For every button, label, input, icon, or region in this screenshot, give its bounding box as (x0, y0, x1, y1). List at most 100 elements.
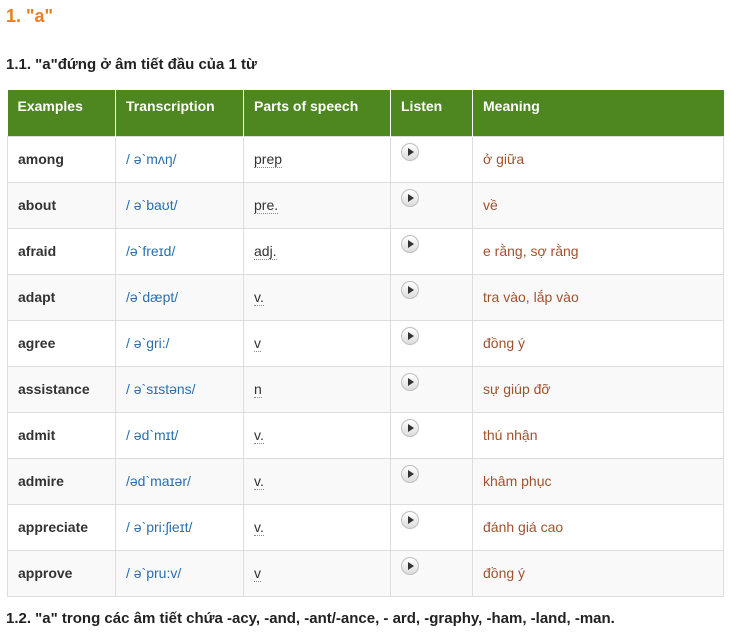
transcription-text: /ə`dæpt/ (126, 289, 179, 305)
table-row: appreciate / ə`pri:ʃieɪt/v. đánh giá cao (7, 503, 724, 551)
transcription-text: / ə`baʊt/ (126, 197, 178, 213)
example-word: agree (18, 335, 56, 351)
table-header-row: Examples Transcription Parts of speech L… (7, 90, 724, 136)
play-audio-icon[interactable] (401, 510, 419, 529)
example-cell: admit (7, 411, 116, 459)
transcription-cell: / ə`baʊt/ (115, 181, 244, 229)
listen-cell (390, 135, 473, 183)
pos-cell: prep (243, 135, 391, 183)
listen-cell (390, 549, 473, 597)
part-of-speech-abbr[interactable]: adj. (254, 243, 277, 260)
pos-cell: v (243, 549, 391, 597)
play-audio-icon[interactable] (401, 142, 419, 161)
example-cell: adapt (7, 273, 116, 321)
play-audio-icon[interactable] (401, 234, 419, 253)
part-of-speech-abbr[interactable]: pre. (254, 197, 279, 214)
pos-cell: v. (243, 457, 391, 505)
section-heading-1: 1. "a" (6, 6, 54, 26)
subsection-heading-1-1: 1.1. "a"đứng ở âm tiết đầu của 1 từ (6, 56, 257, 73)
meaning-text: thú nhận (483, 427, 538, 443)
transcription-text: / ə`gri:/ (126, 335, 170, 351)
meaning-text: đánh giá cao (483, 519, 564, 535)
part-of-speech-abbr[interactable]: v. (254, 427, 264, 444)
meaning-text: đồng ý (483, 335, 526, 351)
part-of-speech-abbr[interactable]: prep (254, 151, 283, 168)
meaning-text: tra vào, lắp vào (483, 289, 579, 305)
transcription-cell: / ə`pru:v/ (115, 549, 244, 597)
play-audio-icon[interactable] (401, 464, 419, 483)
part-of-speech-abbr[interactable]: v (254, 335, 261, 352)
example-word: adapt (18, 289, 56, 305)
table-row: agree / ə`gri:/ v đồng ý (7, 319, 724, 367)
meaning-cell: sự giúp đỡ (472, 365, 724, 413)
table-row: approve / ə`pru:v/v đồng ý (7, 549, 724, 597)
transcription-cell: /ə`freɪd/ (115, 227, 244, 275)
part-of-speech-abbr[interactable]: v. (254, 519, 264, 536)
listen-cell (390, 273, 473, 321)
transcription-cell: /əd`maɪər/ (115, 457, 244, 505)
transcription-text: / ə`sɪstəns/ (126, 381, 196, 397)
play-audio-icon[interactable] (401, 418, 419, 437)
part-of-speech-abbr[interactable]: v. (254, 289, 264, 306)
example-cell: among (7, 135, 116, 183)
pos-cell: v. (243, 273, 391, 321)
part-of-speech-abbr[interactable]: v. (254, 473, 264, 490)
header-examples: Examples (7, 90, 116, 136)
meaning-text: đồng ý (483, 565, 526, 581)
table-row: assistance / ə`sɪstəns/n sự giúp đỡ (7, 365, 724, 413)
table-row: afraid/ə`freɪd/adj. e rằng, sợ rằng (7, 227, 724, 275)
transcription-cell: / ə`sɪstəns/ (115, 365, 244, 413)
table-row: admire/əd`maɪər/v. khâm phục (7, 457, 724, 505)
header-listen: Listen (390, 90, 473, 136)
play-audio-icon[interactable] (401, 188, 419, 207)
example-word: afraid (18, 243, 57, 259)
listen-cell (390, 227, 473, 275)
table-row: about / ə`baʊt/pre. về (7, 181, 724, 229)
play-audio-icon[interactable] (401, 280, 419, 299)
meaning-text: sự giúp đỡ (483, 381, 551, 397)
part-of-speech-abbr[interactable]: v (254, 565, 261, 582)
meaning-cell: khâm phục (472, 457, 724, 505)
header-transcription: Transcription (115, 90, 244, 136)
meaning-text: e rằng, sợ rằng (483, 243, 579, 259)
transcription-text: /ə`freɪd/ (126, 243, 176, 259)
table-row: adapt/ə`dæpt/v. tra vào, lắp vào (7, 273, 724, 321)
example-word: approve (18, 565, 73, 581)
example-cell: assistance (7, 365, 116, 413)
example-cell: admire (7, 457, 116, 505)
listen-cell (390, 411, 473, 459)
example-cell: appreciate (7, 503, 116, 551)
table-row: admit / əd`mɪt/v. thú nhận (7, 411, 724, 459)
transcription-text: / ə`mʌŋ/ (126, 151, 177, 167)
meaning-cell: về (472, 181, 724, 229)
part-of-speech-abbr[interactable]: n (254, 381, 262, 398)
example-word: assistance (18, 381, 90, 397)
transcription-text: / əd`mɪt/ (126, 427, 179, 443)
meaning-text: ở giữa (483, 151, 525, 167)
meaning-cell: đồng ý (472, 549, 724, 597)
pos-cell: v (243, 319, 391, 367)
example-cell: agree (7, 319, 116, 367)
meaning-cell: đánh giá cao (472, 503, 724, 551)
example-cell: approve (7, 549, 116, 597)
listen-cell (390, 181, 473, 229)
example-word: appreciate (18, 519, 89, 535)
subsection-heading-1-2: 1.2. "a" trong các âm tiết chứa -acy, -a… (6, 610, 615, 627)
example-cell: afraid (7, 227, 116, 275)
example-word: about (18, 197, 57, 213)
meaning-cell: e rằng, sợ rằng (472, 227, 724, 275)
header-parts-of-speech: Parts of speech (243, 90, 391, 136)
play-audio-icon[interactable] (401, 326, 419, 345)
play-audio-icon[interactable] (401, 556, 419, 575)
example-word: among (18, 151, 64, 167)
transcription-cell: /ə`dæpt/ (115, 273, 244, 321)
pos-cell: v. (243, 503, 391, 551)
play-audio-icon[interactable] (401, 372, 419, 391)
listen-cell (390, 503, 473, 551)
example-word: admire (18, 473, 64, 489)
meaning-text: khâm phục (483, 473, 552, 489)
example-cell: about (7, 181, 116, 229)
pos-cell: v. (243, 411, 391, 459)
header-meaning: Meaning (472, 90, 724, 136)
example-word: admit (18, 427, 56, 443)
